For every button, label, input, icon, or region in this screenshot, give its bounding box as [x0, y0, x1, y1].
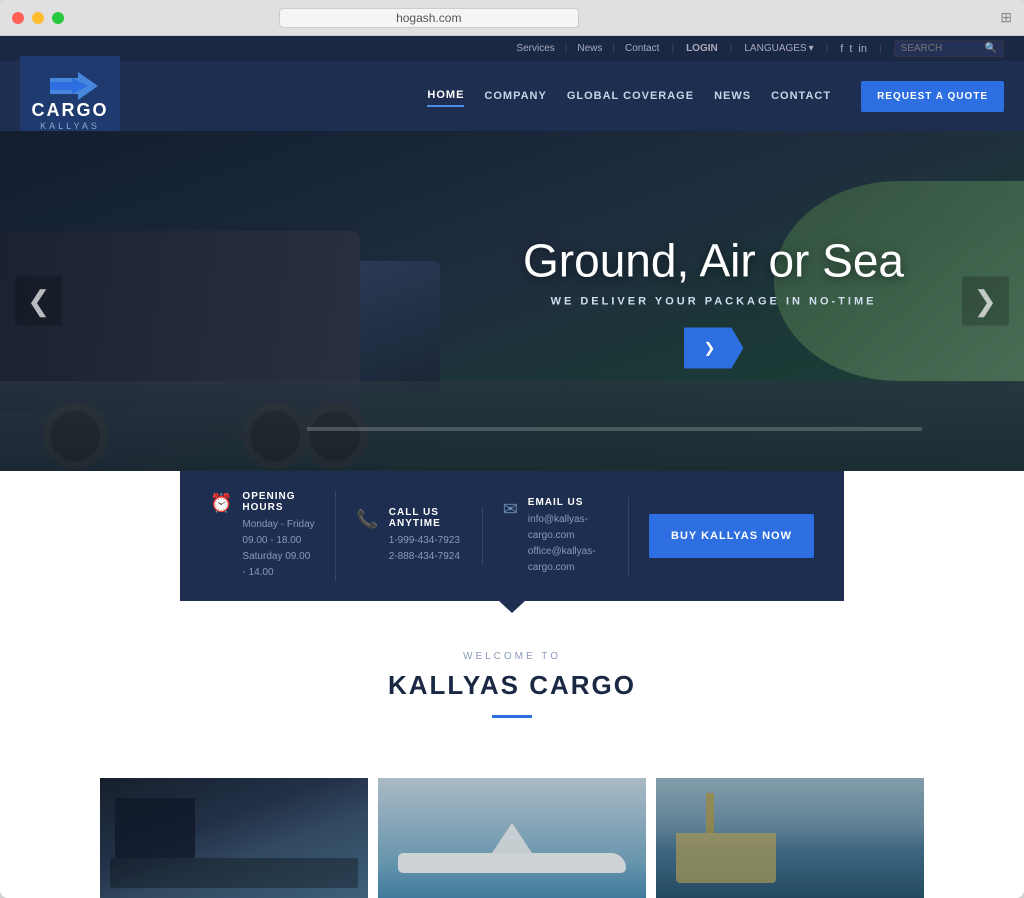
ship-card[interactable]: [656, 778, 924, 898]
nav-contact[interactable]: CONTACT: [771, 86, 831, 106]
login-button[interactable]: LOGIN: [686, 43, 718, 54]
welcome-divider: [492, 715, 532, 718]
email-title: EMAIL US: [528, 497, 608, 508]
browser-chrome: hogash.com ⊞: [0, 0, 1024, 36]
welcome-label: WELCOME TO: [20, 651, 1004, 662]
hero-next-arrow[interactable]: ❯: [962, 277, 1009, 326]
hero-subtitle: WE DELIVER YOUR PACKAGE IN NO-TIME: [523, 296, 904, 308]
logo-subtitle: KALLYAS: [40, 121, 100, 131]
welcome-section: WELCOME TO KALLYAS CARGO: [0, 601, 1024, 778]
social-links: f t in: [840, 43, 867, 55]
email-line1: info@kallyas-cargo.com: [528, 512, 608, 544]
contact-link[interactable]: Contact: [625, 43, 659, 54]
close-dot[interactable]: [12, 12, 24, 24]
welcome-title: KALLYAS CARGO: [20, 670, 1004, 701]
hero-content: Ground, Air or Sea WE DELIVER YOUR PACKA…: [523, 234, 904, 369]
phone-line2: 2-888-434-7924: [389, 549, 462, 565]
truck-card[interactable]: [100, 778, 368, 898]
nav-news[interactable]: NEWS: [714, 86, 751, 106]
opening-hours-item: ⏰ OPENING HOURS Monday - Friday 09.00 - …: [210, 491, 336, 581]
fullscreen-dot[interactable]: [52, 12, 64, 24]
request-quote-button[interactable]: REQUEST A QUOTE: [861, 81, 1004, 112]
info-bar: ⏰ OPENING HOURS Monday - Friday 09.00 - …: [180, 471, 844, 601]
linkedin-icon[interactable]: in: [858, 43, 867, 55]
email-icon: ✉: [503, 499, 518, 520]
url-bar[interactable]: hogash.com: [279, 8, 579, 28]
search-bar[interactable]: 🔍: [894, 40, 1004, 57]
search-icon[interactable]: 🔍: [985, 43, 997, 54]
hero-title: Ground, Air or Sea: [523, 234, 904, 288]
minimize-dot[interactable]: [32, 12, 44, 24]
hero-cta-button[interactable]: ❯: [684, 328, 744, 369]
phone-icon: 📞: [356, 509, 378, 530]
nav-global-coverage[interactable]: GLOBAL COVERAGE: [567, 86, 694, 106]
email-item: ✉ EMAIL US info@kallyas-cargo.com office…: [483, 497, 629, 576]
services-link[interactable]: Services: [516, 43, 554, 54]
logo-icon: [50, 72, 90, 96]
news-link[interactable]: News: [577, 43, 602, 54]
email-line2: office@kallyas-cargo.com: [528, 544, 608, 576]
phone-title: CALL US ANYTIME: [389, 507, 462, 529]
top-bar: Services | News | Contact | LOGIN | LANG…: [0, 36, 1024, 61]
nav-links: HOME COMPANY GLOBAL COVERAGE NEWS CONTAC…: [427, 81, 1004, 112]
phone-item: 📞 CALL US ANYTIME 1-999-434-7923 2-888-4…: [336, 507, 482, 565]
browser-window: hogash.com ⊞ Services | News | Contact |…: [0, 0, 1024, 898]
road: [0, 381, 1024, 471]
twitter-icon[interactable]: t: [849, 43, 852, 55]
info-bar-wrapper: ⏰ OPENING HOURS Monday - Friday 09.00 - …: [0, 471, 1024, 601]
main-navigation: CARGO KALLYAS HOME COMPANY GLOBAL COVERA…: [0, 61, 1024, 131]
hero-section: ❮ ❯ Ground, Air or Sea WE DELIVER YOUR P…: [0, 131, 1024, 471]
logo-text: CARGO: [32, 100, 109, 121]
hero-prev-arrow[interactable]: ❮: [15, 277, 62, 326]
buy-kallyas-button[interactable]: BUY KALLYAS NOW: [649, 514, 814, 558]
search-input[interactable]: [901, 43, 981, 54]
clock-icon: ⏰: [210, 493, 232, 514]
feature-cards: [0, 778, 1024, 898]
nav-home[interactable]: HOME: [427, 85, 464, 107]
language-selector[interactable]: LANGUAGES ▾: [744, 43, 813, 54]
opening-hours-line1: Monday - Friday 09.00 - 18.00: [242, 517, 315, 549]
top-bar-nav: Services | News | Contact: [516, 43, 659, 54]
facebook-icon[interactable]: f: [840, 43, 843, 55]
phone-line1: 1-999-434-7923: [389, 533, 462, 549]
opening-hours-line2: Saturday 09.00 - 14.00: [242, 549, 315, 581]
opening-hours-title: OPENING HOURS: [242, 491, 315, 513]
plane-card[interactable]: [378, 778, 646, 898]
expand-icon[interactable]: ⊞: [1000, 9, 1012, 26]
website-content: Services | News | Contact | LOGIN | LANG…: [0, 36, 1024, 898]
nav-company[interactable]: COMPANY: [484, 86, 546, 106]
